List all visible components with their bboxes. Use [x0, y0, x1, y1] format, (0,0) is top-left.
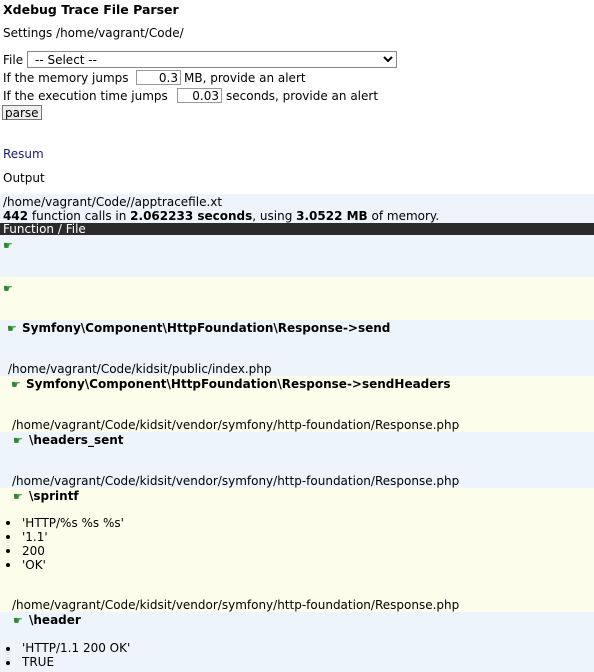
pointing-hand-icon[interactable]: ☛	[11, 379, 21, 390]
resum-link[interactable]: Resum	[3, 147, 44, 161]
settings-path: Settings /home/vagrant/Code/	[3, 26, 184, 40]
function-name: \header	[29, 613, 81, 627]
function-name: \headers_sent	[29, 433, 124, 447]
memory-text: of memory.	[367, 209, 440, 223]
argument-item: TRUE	[22, 655, 55, 669]
pointing-hand-icon[interactable]: ☛	[3, 240, 13, 251]
argument-item: 200	[22, 544, 45, 558]
pointing-hand-icon[interactable]: ☛	[7, 323, 17, 334]
function-name: Symfony\Component\HttpFoundation\Respons…	[26, 377, 451, 391]
parse-button[interactable]: parse	[2, 105, 42, 120]
list-bullet	[6, 563, 10, 567]
summary-line: 442 function calls in 2.062233 seconds, …	[3, 209, 439, 223]
file-path: /home/vagrant/Code/kidsit/public/index.p…	[8, 362, 272, 376]
file-path: /home/vagrant/Code/kidsit/vendor/symfony…	[12, 598, 460, 612]
call-count: 442	[3, 209, 29, 223]
output-heading: Output	[3, 171, 45, 185]
pointing-hand-icon[interactable]: ☛	[13, 491, 23, 502]
time-suffix: seconds, provide an alert	[226, 89, 379, 103]
using-text: , using	[252, 209, 297, 223]
list-bullet	[6, 661, 10, 665]
function-name: Symfony\Component\HttpFoundation\Respons…	[22, 321, 391, 335]
pointing-hand-icon[interactable]: ☛	[13, 615, 23, 626]
memory-threshold-input[interactable]	[136, 70, 181, 85]
trace-row-empty-2	[0, 277, 594, 320]
argument-item: 'HTTP/%s %s %s'	[22, 516, 124, 530]
list-bullet	[6, 521, 10, 525]
file-path: /home/vagrant/Code/kidsit/vendor/symfony…	[12, 418, 460, 432]
argument-item: '1.1'	[22, 530, 48, 544]
calls-text: function calls in	[28, 209, 131, 223]
function-name: \sprintf	[29, 489, 79, 503]
file-select[interactable]: -- Select --	[27, 51, 397, 68]
pointing-hand-icon[interactable]: ☛	[13, 435, 23, 446]
pointing-hand-icon[interactable]: ☛	[3, 283, 13, 294]
memory-label: If the memory jumps	[3, 71, 129, 85]
total-time: 2.062233 seconds	[130, 209, 253, 223]
trace-file-path: /home/vagrant/Code//apptracefile.xt	[3, 195, 223, 209]
trace-row-empty-1	[0, 235, 594, 277]
table-header: Function / File	[0, 223, 594, 235]
argument-item: 'OK'	[22, 558, 46, 572]
list-bullet	[6, 535, 10, 539]
list-bullet	[6, 549, 10, 553]
file-label: File	[3, 53, 24, 67]
memory-suffix: MB, provide an alert	[184, 71, 306, 85]
file-path: /home/vagrant/Code/kidsit/vendor/symfony…	[12, 474, 460, 488]
list-bullet	[6, 647, 10, 651]
page-title: Xdebug Trace File Parser	[3, 2, 179, 17]
argument-item: 'HTTP/1.1 200 OK'	[22, 641, 131, 655]
time-label: If the execution time jumps	[3, 89, 168, 103]
time-threshold-input[interactable]	[177, 88, 222, 103]
trace-row-sprintf	[0, 488, 594, 612]
memory-usage: 3.0522 MB	[296, 209, 368, 223]
